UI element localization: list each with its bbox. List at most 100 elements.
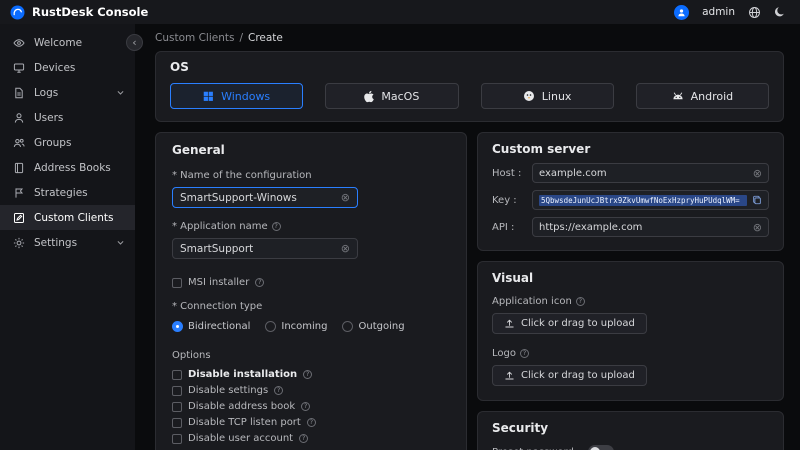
help-icon[interactable]: ? — [575, 297, 585, 306]
api-row: API : ⊗ — [492, 217, 769, 237]
help-icon[interactable]: ? — [301, 402, 311, 411]
help-icon[interactable]: ? — [255, 278, 265, 287]
radio-incoming[interactable]: Incoming — [265, 321, 327, 332]
help-icon[interactable]: ? — [271, 222, 281, 231]
radio-outgoing[interactable]: Outgoing — [342, 321, 405, 332]
os-options: Windows MacOS Linux Android — [170, 83, 769, 109]
app-title: RustDesk Console — [32, 5, 149, 19]
api-label: API : — [492, 221, 515, 233]
visual-card: Visual Application icon ? Click or drag … — [477, 261, 784, 401]
flag-icon — [13, 187, 25, 199]
edit-box-icon — [13, 212, 25, 224]
sidebar-item-label: Groups — [34, 136, 72, 149]
chevron-down-icon — [116, 88, 125, 97]
sidebar-item-strategies[interactable]: Strategies — [0, 180, 135, 205]
disable-tcp-listen-port-checkbox[interactable] — [172, 417, 182, 428]
help-icon[interactable]: ? — [303, 370, 313, 379]
msi-installer-checkbox[interactable] — [172, 277, 182, 288]
language-icon[interactable] — [748, 6, 761, 19]
visual-title: Visual — [492, 271, 534, 285]
radio-label: Bidirectional — [188, 321, 251, 332]
connection-type-label: * Connection type — [172, 301, 263, 312]
sidebar-item-label: Users — [34, 111, 64, 124]
security-card: Security Preset password : — [477, 411, 784, 450]
host-label: Host : — [492, 167, 522, 179]
sidebar-item-welcome[interactable]: Welcome — [0, 30, 135, 55]
upload-button-label: Click or drag to upload — [521, 370, 635, 381]
book-icon — [13, 162, 25, 174]
sidebar-item-logs[interactable]: Logs — [0, 80, 135, 105]
dark-mode-icon[interactable] — [774, 6, 786, 18]
sidebar-item-label: Strategies — [34, 186, 88, 199]
option-label: Disable installation — [188, 369, 298, 380]
content: Custom Clients / Create OS Windows MacOS — [135, 24, 800, 450]
people-icon — [13, 137, 25, 149]
help-icon[interactable]: ? — [274, 386, 284, 395]
configuration-name-input[interactable] — [180, 191, 335, 204]
os-button-label: MacOS — [381, 89, 420, 103]
username[interactable]: admin — [702, 6, 735, 18]
key-row: Key : 5QbwsdeJunUcJBtrx9ZkvUmwfNoExHzpry… — [492, 190, 769, 210]
help-icon[interactable]: ? — [306, 418, 316, 427]
sidebar-item-groups[interactable]: Groups — [0, 130, 135, 155]
apple-logo-icon — [364, 90, 375, 103]
breadcrumb-parent[interactable]: Custom Clients — [155, 32, 234, 44]
help-icon[interactable]: ? — [519, 349, 529, 358]
clear-icon[interactable]: ⊗ — [341, 192, 350, 203]
preset-password-toggle[interactable] — [588, 445, 615, 450]
os-card-title: OS — [170, 60, 189, 74]
sidebar-item-custom-clients[interactable]: Custom Clients — [0, 205, 135, 230]
clear-icon[interactable]: ⊗ — [753, 222, 762, 233]
disable-settings-checkbox[interactable] — [172, 385, 182, 396]
top-bar: RustDesk Console admin — [0, 0, 800, 24]
clear-icon[interactable]: ⊗ — [753, 168, 762, 179]
sidebar-collapse-button[interactable]: ‹ — [126, 34, 143, 51]
security-title: Security — [492, 421, 549, 435]
avatar[interactable] — [674, 4, 690, 20]
radio-bidirectional[interactable]: Bidirectional — [172, 321, 250, 332]
sidebar-item-label: Address Books — [34, 161, 111, 174]
help-icon[interactable]: ? — [299, 434, 309, 443]
os-button-android[interactable]: Android — [635, 83, 769, 109]
key-field: 5QbwsdeJunUcJBtrx9ZkvUmwfNoExHzpryHuPUdq… — [532, 190, 769, 210]
sidebar-item-settings[interactable]: Settings — [0, 230, 135, 255]
os-button-linux[interactable]: Linux — [480, 83, 614, 109]
application-name-label: * Application name ? — [172, 221, 450, 232]
sidebar-item-devices[interactable]: Devices — [0, 55, 135, 80]
host-row: Host : ⊗ — [492, 163, 769, 183]
os-button-windows[interactable]: Windows — [170, 83, 304, 109]
option-disable-address-book: Disable address book ? — [172, 401, 450, 412]
disable-address-book-checkbox[interactable] — [172, 401, 182, 412]
logo-upload-button[interactable]: Click or drag to upload — [492, 365, 647, 386]
api-input[interactable] — [539, 221, 748, 233]
sidebar-item-address-books[interactable]: Address Books — [0, 155, 135, 180]
copy-icon[interactable] — [752, 195, 762, 205]
clear-icon[interactable]: ⊗ — [341, 243, 350, 254]
sidebar-item-label: Custom Clients — [34, 211, 114, 224]
option-disable-settings: Disable settings ? — [172, 385, 450, 396]
disable-user-account-checkbox[interactable] — [172, 433, 182, 444]
sidebar: Welcome Devices Logs Users Groups Addres… — [0, 24, 135, 450]
rustdesk-console-app: RustDesk Console admin Welcome Devices L… — [0, 0, 800, 450]
application-icon-upload-button[interactable]: Click or drag to upload — [492, 313, 647, 334]
logo-label: Logo ? — [492, 348, 769, 359]
rustdesk-logo-icon — [10, 5, 25, 20]
application-name-input[interactable] — [180, 242, 335, 255]
key-input[interactable]: 5QbwsdeJunUcJBtrx9ZkvUmwfNoExHzpryHuPUdq… — [539, 194, 747, 206]
breadcrumb: Custom Clients / Create — [155, 24, 784, 51]
sidebar-item-label: Settings — [34, 236, 78, 249]
option-disable-tcp-listen-port: Disable TCP listen port ? — [172, 417, 450, 428]
host-input[interactable] — [539, 167, 748, 179]
option-disable-installation: Disable installation ? — [172, 369, 450, 380]
os-button-label: Windows — [221, 89, 271, 103]
configuration-name-field: ⊗ — [172, 187, 358, 208]
os-button-macos[interactable]: MacOS — [325, 83, 459, 109]
connection-type-options: Bidirectional Incoming Outgoing — [172, 321, 450, 332]
option-label: Disable TCP listen port — [188, 417, 301, 428]
key-label: Key : — [492, 194, 517, 206]
preset-password-label: Preset password : — [492, 447, 580, 450]
disable-installation-checkbox[interactable] — [172, 369, 182, 380]
sidebar-item-users[interactable]: Users — [0, 105, 135, 130]
general-card: General * Name of the configuration ⊗ * … — [155, 132, 467, 450]
linux-logo-icon — [523, 90, 535, 102]
